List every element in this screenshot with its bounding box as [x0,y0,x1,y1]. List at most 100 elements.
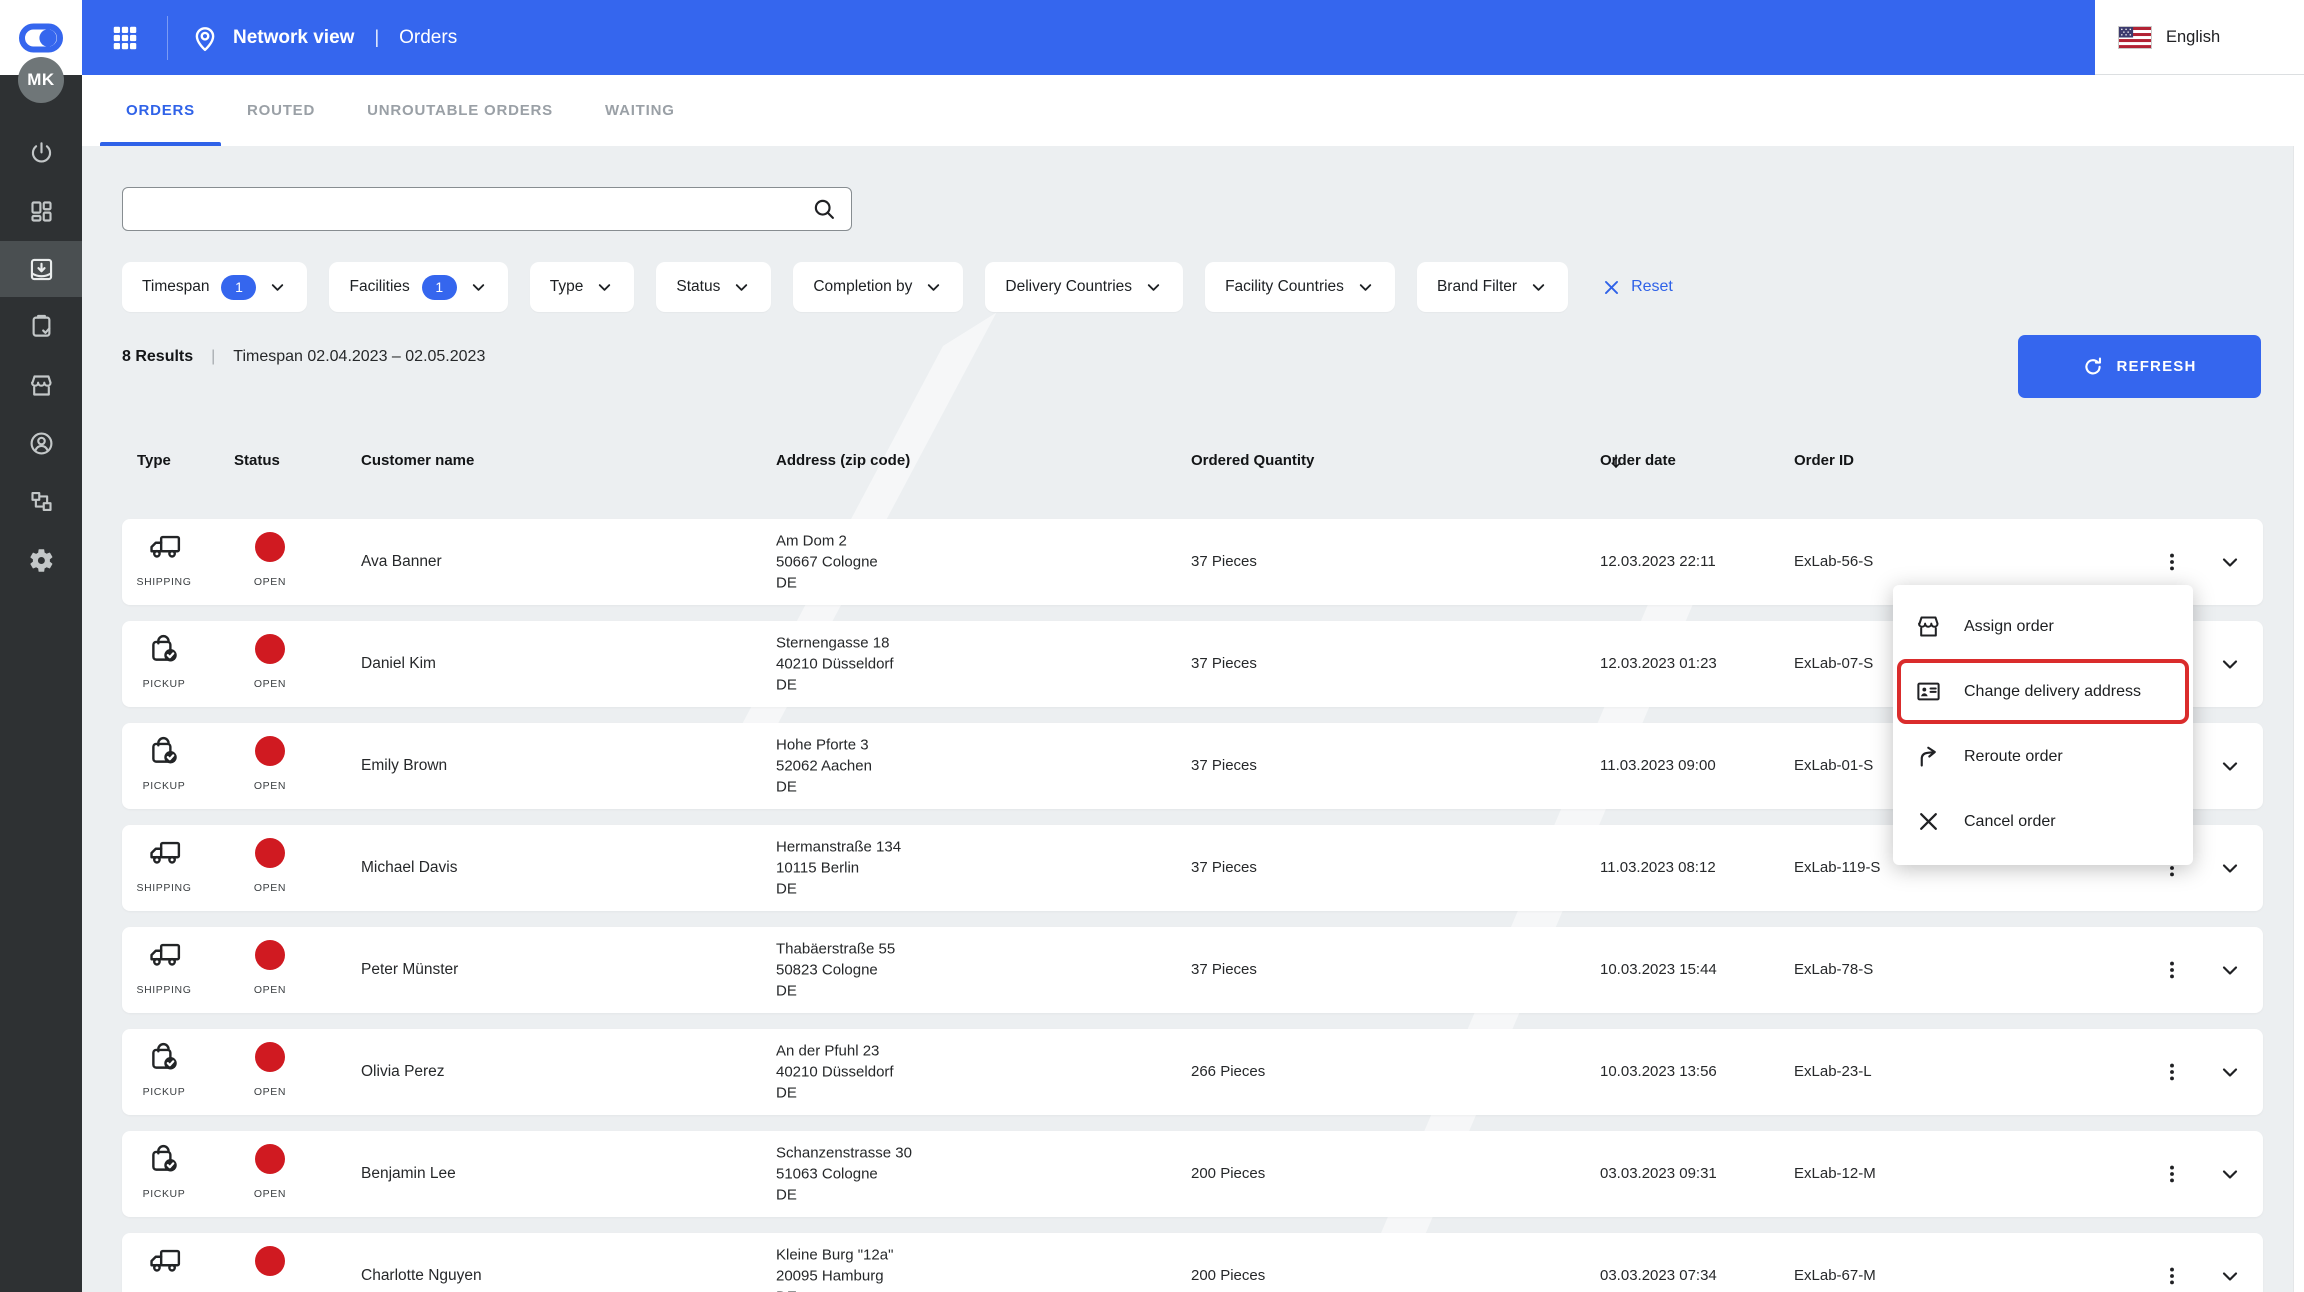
row-actions-kebab[interactable] [2150,1050,2194,1094]
chip-label: Facility Countries [1225,278,1344,296]
customer-name: Daniel Kim [361,621,436,707]
chevron-down-icon [595,278,614,297]
sidebar-item-orders-inbox[interactable] [0,241,82,297]
row-expand-chevron[interactable] [2208,1152,2252,1196]
order-type-label: PICKUP [143,678,186,690]
table-row[interactable]: PICKUP OPEN Benjamin Lee Schanzenstrasse… [122,1131,2263,1217]
filter-chip-timespan[interactable]: Timespan 1 [122,262,307,312]
filter-chip-type[interactable]: Type [530,262,635,312]
filter-chip-completion-by[interactable]: Completion by [793,262,963,312]
ordered-quantity: 37 Pieces [1191,927,1257,1013]
chevron-down-icon [2218,1264,2242,1288]
filter-chip-delivery-countries[interactable]: Delivery Countries [985,262,1183,312]
sidebar-item-settings[interactable] [0,532,82,588]
top-header: Network view | Orders [82,0,2095,75]
tab-orders[interactable]: ORDERS [100,75,221,146]
chevron-down-icon [2218,550,2242,574]
row-expand-chevron[interactable] [2208,1254,2252,1292]
order-date: 11.03.2023 08:12 [1600,825,1716,911]
menu-item-label: Reroute order [1964,748,2063,766]
order-date: 12.03.2023 22:11 [1600,519,1716,605]
menu-item-cancel-order[interactable]: Cancel order [1893,789,2193,854]
pickup-bag-icon [147,734,181,768]
row-expand-chevron[interactable] [2208,948,2252,992]
filter-chip-brand-filter[interactable]: Brand Filter [1417,262,1568,312]
chevron-down-icon [2218,754,2242,778]
row-expand-chevron[interactable] [2208,846,2252,890]
order-type-label: SHIPPING [137,984,192,996]
address-line2: 10115 Berlin [776,858,901,879]
kebab-menu-icon [2161,959,2183,981]
tab-routed[interactable]: ROUTED [221,75,341,146]
sidebar-item-network[interactable] [0,473,82,529]
avatar[interactable]: MK [18,57,64,103]
row-actions-kebab[interactable] [2150,540,2194,584]
tab-unroutable-orders[interactable]: UNROUTABLE ORDERS [341,75,579,146]
filter-chip-facilities[interactable]: Facilities 1 [329,262,507,312]
table-row[interactable]: SHIPPING OPEN Peter Münster Thabäerstraß… [122,927,2263,1013]
order-type-cell: PICKUP [132,723,196,809]
order-date: 03.03.2023 07:34 [1600,1233,1717,1292]
app-switcher-grid-icon[interactable] [110,23,140,53]
shipping-truck-icon [147,1244,181,1278]
sidebar-item-dashboard[interactable] [0,183,82,239]
sidebar-item-store[interactable] [0,357,82,413]
address: Kleine Burg "12a" 20095 Hamburg DE [776,1245,893,1292]
address-line3: DE [776,981,895,1002]
search-input[interactable] [123,188,811,230]
reset-filters-button[interactable]: Reset [1602,278,1673,297]
col-customer-name: Customer name [361,452,474,469]
chip-count-badge: 1 [422,275,457,300]
sidebar-item-pickup-tasks[interactable] [0,297,82,353]
row-actions-kebab[interactable] [2150,1254,2194,1292]
ordered-quantity: 37 Pieces [1191,825,1257,911]
row-expand-chevron[interactable] [2208,642,2252,686]
row-expand-chevron[interactable] [2208,744,2252,788]
sidebar-item-account[interactable] [0,415,82,471]
row-expand-chevron[interactable] [2208,540,2252,584]
table-row[interactable]: PICKUP OPEN Olivia Perez An der Pfuhl 23… [122,1029,2263,1115]
col-order-date-label: Order date [1600,452,1676,469]
menu-item-assign-order[interactable]: Assign order [1893,594,2193,659]
row-actions-kebab[interactable] [2150,1152,2194,1196]
chip-label: Brand Filter [1437,278,1517,296]
address-line1: Kleine Burg "12a" [776,1245,893,1266]
search-bar [122,187,852,231]
row-expand-chevron[interactable] [2208,1050,2252,1094]
pickup-bag-icon [147,1142,181,1176]
order-type-cell: PICKUP [132,621,196,707]
row-actions-kebab[interactable] [2150,948,2194,992]
filter-chip-status[interactable]: Status [656,262,771,312]
sidebar-item-power[interactable] [0,125,82,181]
kebab-menu-icon [2161,1265,2183,1287]
filter-chip-facility-countries[interactable]: Facility Countries [1205,262,1395,312]
address: Hohe Pforte 3 52062 Aachen DE [776,735,872,798]
tab-waiting[interactable]: WAITING [579,75,701,146]
ordered-quantity: 37 Pieces [1191,621,1257,707]
close-icon [1915,808,1942,835]
order-id: ExLab-67-M [1794,1233,1876,1292]
address-line2: 40210 Düsseldorf [776,1062,894,1083]
chevron-down-icon [2218,958,2242,982]
reset-label: Reset [1631,278,1673,296]
ordered-quantity: 200 Pieces [1191,1233,1265,1292]
menu-item-label: Assign order [1964,618,2054,636]
order-status-cell: OPEN [240,723,300,809]
order-status-label: OPEN [254,678,286,690]
refresh-button[interactable]: REFRESH [2018,335,2261,398]
chevron-down-icon [2218,856,2242,880]
col-order-date[interactable]: Order date [1600,452,1626,472]
language-selector[interactable]: English [2095,0,2304,75]
menu-item-change-delivery-address[interactable]: Change delivery address [1893,659,2193,724]
order-type-label: SHIPPING [137,576,192,588]
address: Sternengasse 18 40210 Düsseldorf DE [776,633,894,696]
order-type-cell: PICKUP [132,1131,196,1217]
vertical-scrollbar[interactable] [2293,146,2304,1292]
ordered-quantity: 37 Pieces [1191,519,1257,605]
menu-item-reroute-order[interactable]: Reroute order [1893,724,2193,789]
search-icon[interactable] [811,196,837,222]
reroute-arrow-icon [1915,743,1942,770]
customer-name: Michael Davis [361,825,457,911]
address-line2: 50667 Cologne [776,552,878,573]
table-row[interactable]: SHIPPING OPEN Charlotte Nguyen Kleine Bu… [122,1233,2263,1292]
